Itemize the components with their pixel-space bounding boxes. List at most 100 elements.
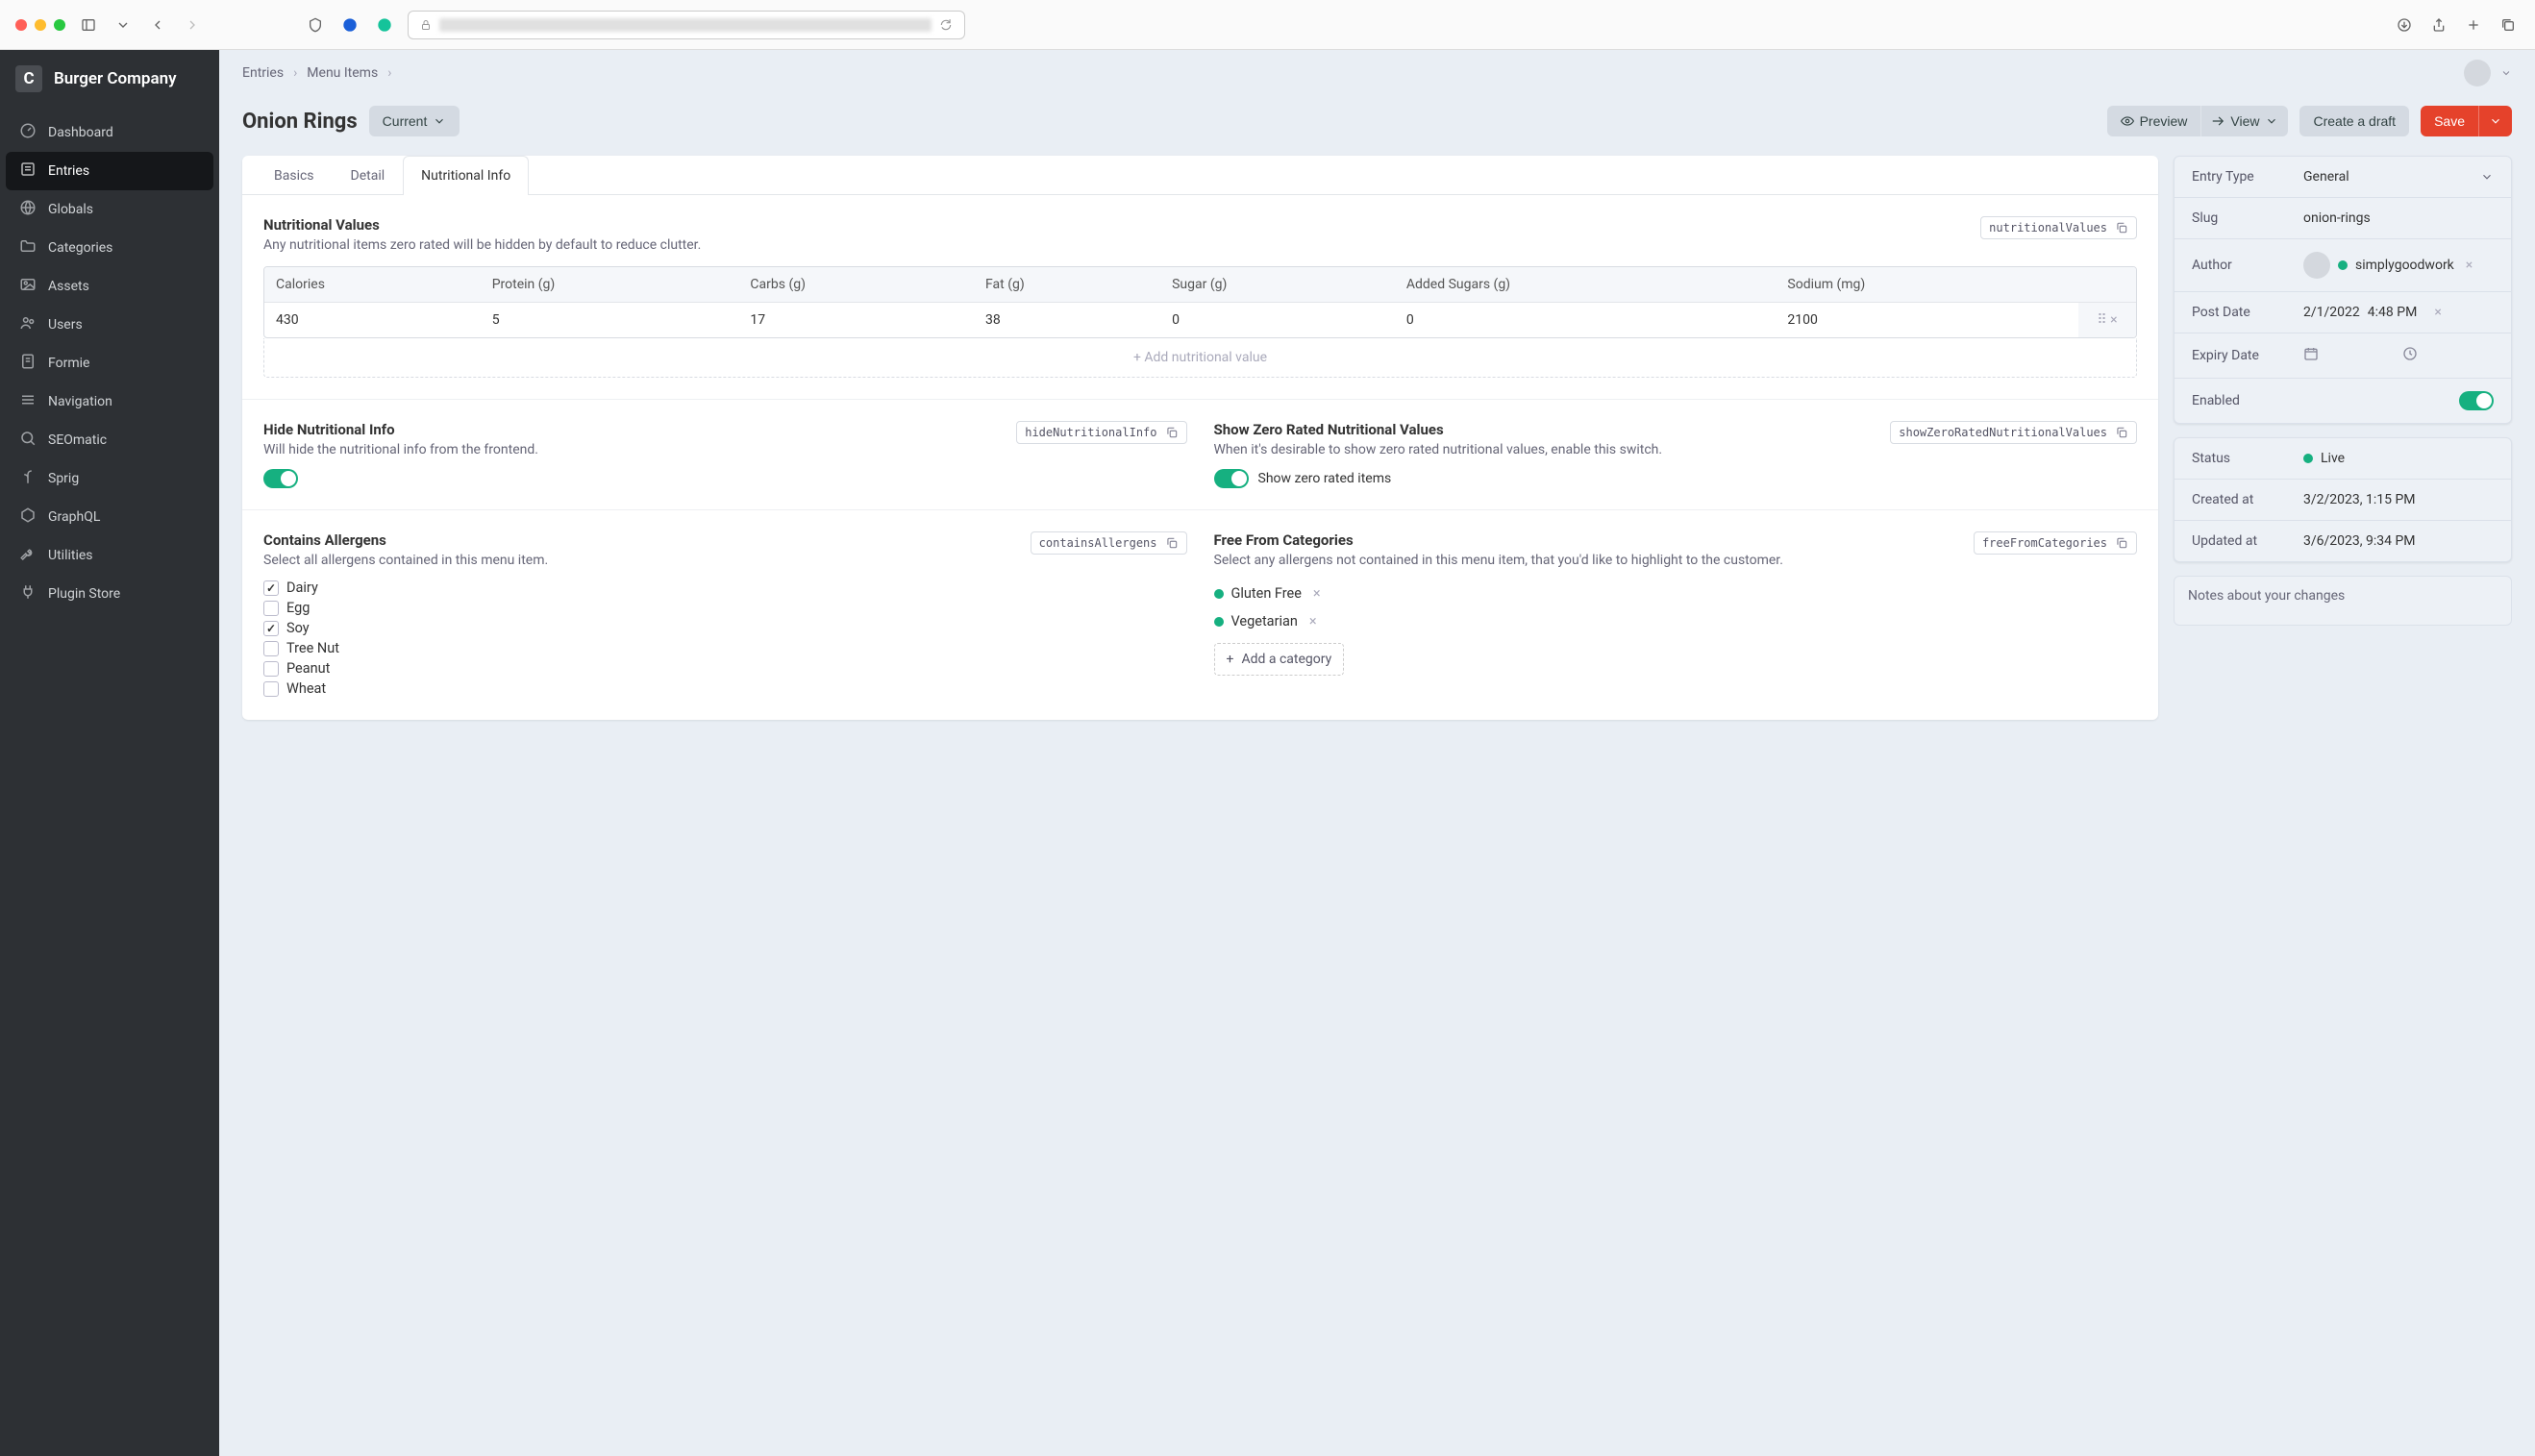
remove-category[interactable]: × bbox=[1309, 585, 1325, 602]
window-maximize[interactable] bbox=[54, 19, 65, 31]
table-cell[interactable]: 2100 bbox=[1776, 303, 2078, 338]
sidebar-item-seomatic[interactable]: SEOmatic bbox=[6, 421, 213, 459]
table-cell[interactable]: 0 bbox=[1395, 303, 1777, 338]
allergen-option-peanut[interactable]: Peanut bbox=[263, 658, 1187, 679]
table-cell[interactable]: 38 bbox=[974, 303, 1160, 338]
window-close[interactable] bbox=[15, 19, 27, 31]
field-handle[interactable]: showZeroRatedNutritionalValues bbox=[1890, 421, 2137, 444]
sidebar-item-categories[interactable]: Categories bbox=[6, 229, 213, 267]
allergen-option-egg[interactable]: Egg bbox=[263, 598, 1187, 618]
field-desc: When it's desirable to show zero rated n… bbox=[1214, 442, 1879, 457]
drag-icon[interactable]: ⠿ bbox=[2097, 312, 2106, 328]
save-button[interactable]: Save bbox=[2421, 106, 2478, 136]
table-cell[interactable]: 17 bbox=[738, 303, 974, 338]
meta-label: Slug bbox=[2192, 210, 2292, 226]
enabled-toggle[interactable] bbox=[2459, 391, 2494, 410]
breadcrumb-entries[interactable]: Entries bbox=[242, 65, 284, 81]
option-label: Peanut bbox=[286, 660, 330, 677]
shield-icon[interactable] bbox=[304, 13, 327, 37]
sidebar-item-navigation[interactable]: Navigation bbox=[6, 383, 213, 421]
save-menu-button[interactable] bbox=[2478, 106, 2512, 136]
sidebar-item-assets[interactable]: Assets bbox=[6, 267, 213, 306]
sidebar-item-dashboard[interactable]: Dashboard bbox=[6, 113, 213, 152]
browser-chrome bbox=[0, 0, 2535, 50]
allergen-option-wheat[interactable]: Wheat bbox=[263, 679, 1187, 699]
create-draft-button[interactable]: Create a draft bbox=[2299, 106, 2409, 136]
category-item[interactable]: Gluten Free× bbox=[1214, 580, 2138, 607]
allergen-option-tree-nut[interactable]: Tree Nut bbox=[263, 638, 1187, 658]
field-handle[interactable]: nutritionalValues bbox=[1980, 216, 2137, 239]
view-button[interactable]: View bbox=[2200, 106, 2288, 136]
extension-grammarly-icon[interactable] bbox=[373, 13, 396, 37]
sidebar-toggle-icon[interactable] bbox=[77, 13, 100, 37]
window-minimize[interactable] bbox=[35, 19, 46, 31]
add-nutritional-row[interactable]: + Add nutritional value bbox=[263, 338, 2137, 378]
sidebar-item-sprig[interactable]: Sprig bbox=[6, 459, 213, 498]
eye-icon bbox=[2121, 114, 2134, 128]
gauge-icon bbox=[19, 122, 37, 143]
sidebar-item-label: GraphQL bbox=[48, 509, 100, 525]
delete-row[interactable]: × bbox=[2110, 312, 2117, 328]
share-icon[interactable] bbox=[2427, 13, 2450, 37]
brand[interactable]: C Burger Company bbox=[0, 50, 219, 108]
sidebar-item-entries[interactable]: Entries bbox=[6, 152, 213, 190]
user-avatar[interactable] bbox=[2464, 60, 2491, 86]
show-zero-toggle[interactable] bbox=[1214, 469, 1249, 488]
notes-input[interactable]: Notes about your changes bbox=[2174, 576, 2512, 626]
plus-icon: + bbox=[1227, 652, 1234, 667]
table-cell[interactable]: 5 bbox=[481, 303, 739, 338]
forward-icon[interactable] bbox=[181, 13, 204, 37]
clear-post-date[interactable]: × bbox=[2430, 305, 2494, 320]
entry-type-select[interactable]: General bbox=[2303, 169, 2494, 185]
chevron-down-icon[interactable] bbox=[112, 13, 135, 37]
sidebar-item-graphql[interactable]: GraphQL bbox=[6, 498, 213, 536]
sidebar-item-formie[interactable]: Formie bbox=[6, 344, 213, 383]
back-icon[interactable] bbox=[146, 13, 169, 37]
tab-basics[interactable]: Basics bbox=[256, 156, 333, 195]
breadcrumb-menu-items[interactable]: Menu Items bbox=[307, 65, 378, 81]
sidebar-item-label: Plugin Store bbox=[48, 586, 120, 602]
meta-label: Created at bbox=[2192, 492, 2292, 507]
hide-info-toggle[interactable] bbox=[263, 469, 298, 488]
new-tab-icon[interactable] bbox=[2462, 13, 2485, 37]
tabs-icon[interactable] bbox=[2497, 13, 2520, 37]
expiry-time-input[interactable] bbox=[2402, 346, 2494, 365]
post-time-input[interactable]: 4:48 PM bbox=[2368, 305, 2423, 320]
extension-1password-icon[interactable] bbox=[338, 13, 361, 37]
sidebar-item-globals[interactable]: Globals bbox=[6, 190, 213, 229]
option-label: Dairy bbox=[286, 580, 318, 596]
sidebar-item-plugin-store[interactable]: Plugin Store bbox=[6, 575, 213, 613]
address-bar[interactable] bbox=[408, 11, 965, 39]
tab-nutritional-info[interactable]: Nutritional Info bbox=[403, 156, 529, 195]
tab-detail[interactable]: Detail bbox=[333, 156, 404, 195]
preview-button[interactable]: Preview bbox=[2107, 106, 2201, 136]
post-date-input[interactable]: 2/1/2022 bbox=[2303, 305, 2360, 320]
revision-select[interactable]: Current bbox=[369, 106, 460, 136]
field-handle[interactable]: hideNutritionalInfo bbox=[1016, 421, 1186, 444]
expiry-date-input[interactable] bbox=[2303, 346, 2395, 365]
section-hide-info: Hide Nutritional Info Will hide the nutr… bbox=[263, 421, 1187, 488]
add-category-button[interactable]: + Add a category bbox=[1214, 643, 1345, 676]
allergen-option-dairy[interactable]: Dairy bbox=[263, 578, 1187, 598]
status-dot-icon bbox=[1214, 589, 1224, 599]
sidebar: C Burger Company DashboardEntriesGlobals… bbox=[0, 50, 219, 1456]
sidebar-item-label: Utilities bbox=[48, 548, 93, 563]
category-item[interactable]: Vegetarian× bbox=[1214, 607, 2138, 635]
sidebar-item-users[interactable]: Users bbox=[6, 306, 213, 344]
allergen-option-soy[interactable]: Soy bbox=[263, 618, 1187, 638]
remove-author[interactable]: × bbox=[2462, 258, 2476, 273]
author-field[interactable]: simplygoodwork × bbox=[2303, 252, 2494, 279]
slug-input[interactable]: onion-rings bbox=[2303, 210, 2494, 226]
lock-icon bbox=[420, 19, 432, 31]
meta-label: Status bbox=[2192, 451, 2292, 466]
checkbox-icon bbox=[263, 580, 279, 596]
remove-category[interactable]: × bbox=[1305, 613, 1321, 629]
reload-icon[interactable] bbox=[939, 18, 953, 32]
sidebar-item-utilities[interactable]: Utilities bbox=[6, 536, 213, 575]
table-cell[interactable]: 0 bbox=[1160, 303, 1395, 338]
chevron-down-icon[interactable] bbox=[2500, 67, 2512, 79]
download-icon[interactable] bbox=[2393, 13, 2416, 37]
table-cell[interactable]: 430 bbox=[264, 303, 481, 338]
field-handle[interactable]: containsAllergens bbox=[1031, 531, 1187, 555]
field-handle[interactable]: freeFromCategories bbox=[1974, 531, 2137, 555]
